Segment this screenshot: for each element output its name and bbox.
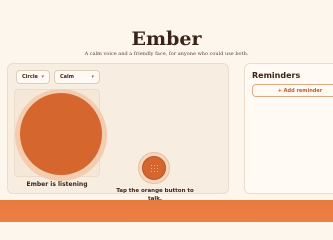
reminders-panel: Reminders + Add reminder (244, 63, 333, 194)
mood-select-value: Calm (60, 74, 74, 80)
face-glow-ring (15, 89, 107, 181)
companion-panel: Circle ▾ Calm ▾ Ember is listening Tap t… (7, 63, 229, 221)
chevron-down-icon: ▾ (91, 74, 94, 80)
talk-button[interactable] (142, 156, 166, 180)
bottom-bar (0, 200, 333, 222)
app-subtitle: A calm voice and a friendly face, for an… (84, 51, 249, 57)
talk-button-ring (138, 152, 170, 184)
face-status: Ember is listening (26, 181, 88, 188)
chevron-down-icon: ▾ (41, 74, 44, 80)
add-reminder-button[interactable]: + Add reminder (252, 84, 333, 97)
microphone-grille-icon (150, 164, 159, 173)
app-title: Ember (131, 28, 202, 50)
mood-select[interactable]: Calm ▾ (54, 70, 100, 84)
ember-face (20, 93, 102, 175)
reminders-title: Reminders (252, 71, 301, 80)
face-card (14, 89, 107, 181)
shape-select[interactable]: Circle ▾ (16, 70, 50, 84)
shape-select-value: Circle (22, 74, 38, 80)
